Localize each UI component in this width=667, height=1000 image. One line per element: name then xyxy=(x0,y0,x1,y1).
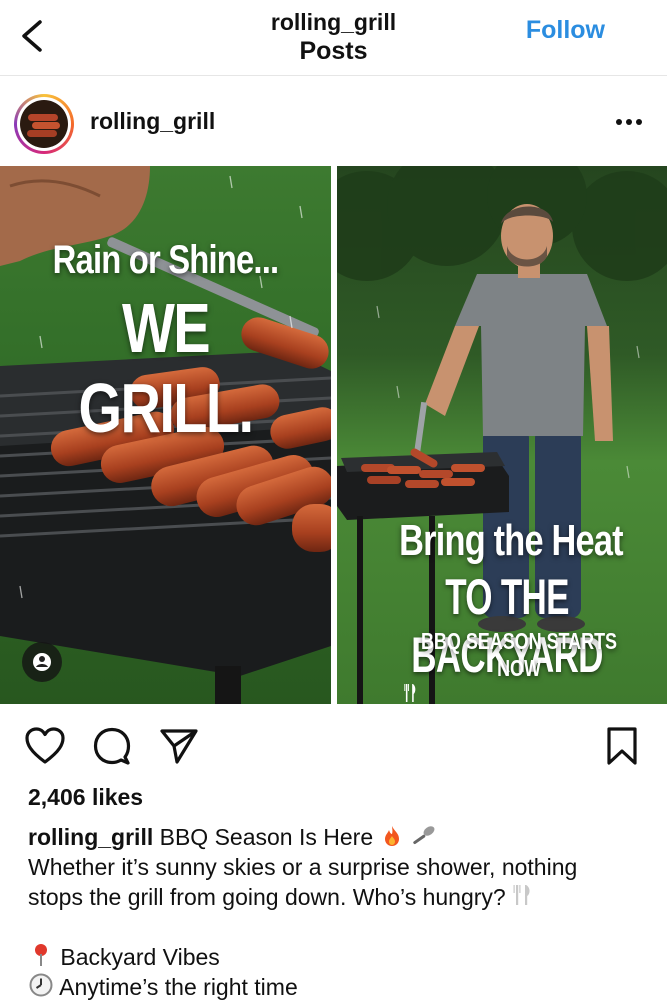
slide1-headline: Rain or Shine... xyxy=(52,238,279,282)
clock-icon xyxy=(29,973,53,997)
carousel-slide-1[interactable]: Rain or Shine... WE GRILL. xyxy=(0,166,331,704)
caption-bullet-2-text: Anytime’s the right time xyxy=(59,974,298,1000)
post-actions-bar xyxy=(0,722,667,770)
caption-bullet-1: Backyard Vibes xyxy=(28,942,648,972)
caption-first-line: rolling_grill BBQ Season Is Here xyxy=(28,822,648,852)
share-button[interactable] xyxy=(158,726,200,771)
tagged-users-button[interactable] xyxy=(22,642,62,682)
caption-headline: BBQ Season Is Here xyxy=(159,824,374,850)
save-button[interactable] xyxy=(605,726,639,771)
fork-knife-icon xyxy=(404,684,416,702)
caption-username[interactable]: rolling_grill xyxy=(28,824,153,850)
pin-icon xyxy=(35,944,47,966)
caption-body-line-2: stops the grill from going down. Who’s h… xyxy=(28,882,648,912)
person-icon xyxy=(33,653,51,671)
top-nav-bar: rolling_grill Posts Follow xyxy=(0,0,667,76)
avatar[interactable] xyxy=(14,94,74,154)
caption-body-line-1: Whether it’s sunny skies or a surprise s… xyxy=(28,854,578,880)
fork-knife-icon xyxy=(513,885,530,905)
like-button[interactable] xyxy=(24,726,66,771)
post-header: rolling_grill xyxy=(0,88,667,158)
comment-button[interactable] xyxy=(92,726,132,771)
slide2-tagline: BBQ SEASON STARTS NOW xyxy=(404,628,635,704)
caption-bullet-1-text: Backyard Vibes xyxy=(60,944,220,970)
spatula-icon xyxy=(413,826,435,845)
carousel-slide-2[interactable]: Bring the Heat TO THE BACKYARD BBQ SEASO… xyxy=(337,166,667,704)
heart-icon xyxy=(25,727,65,764)
more-options-button[interactable] xyxy=(611,108,647,136)
follow-button[interactable]: Follow xyxy=(526,14,605,46)
slide1-title: WE GRILL. xyxy=(78,289,255,447)
slide2-tagline-text: BBQ SEASON STARTS NOW xyxy=(420,628,618,681)
send-icon xyxy=(160,729,198,764)
likes-count[interactable]: 2,406 likes xyxy=(28,784,143,811)
bookmark-icon xyxy=(607,727,637,765)
post-caption: rolling_grill BBQ Season Is Here Whether… xyxy=(28,822,648,1000)
ellipsis-icon xyxy=(616,119,642,125)
slide2-headline: Bring the Heat xyxy=(399,516,623,565)
caption-body-line-2-text: stops the grill from going down. Who’s h… xyxy=(28,884,506,910)
comment-icon xyxy=(93,727,131,765)
avatar-sausage-image xyxy=(20,100,68,148)
post-carousel[interactable]: Rain or Shine... WE GRILL. Bring the Hea… xyxy=(0,166,667,704)
fire-icon xyxy=(384,826,399,846)
post-username[interactable]: rolling_grill xyxy=(90,108,215,135)
caption-bullet-2: Anytime’s the right time xyxy=(28,972,648,1000)
